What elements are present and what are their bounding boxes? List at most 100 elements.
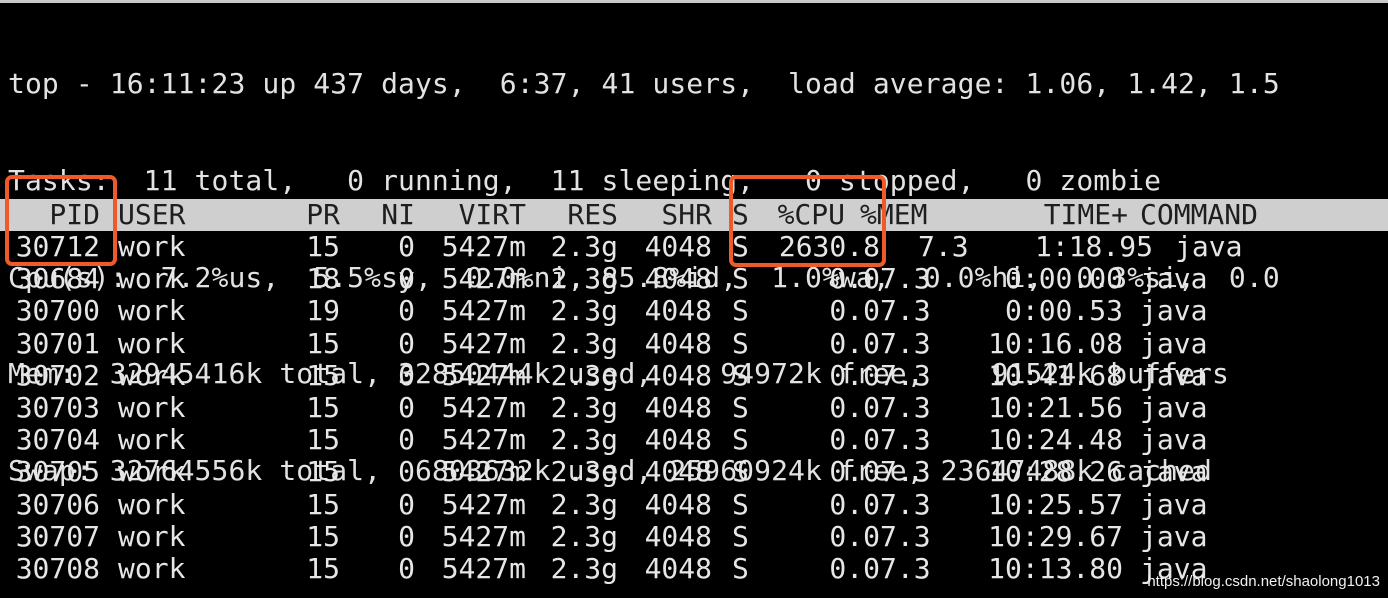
cell-cpu: 0.0 [829,487,880,521]
cell-pid: 30700 [15,294,100,328]
process-row[interactable]: 30705 work 15 0 5427m 2.3g 4048 S 0.0 7.3 10:28.26… [0,456,1388,488]
cell-cpu: 0.0 [829,391,880,424]
cell-pr: 15 [306,326,340,360]
column-user: USER [118,198,186,231]
cell-mem: 7.3 [880,358,931,392]
cell-pid: 30707 [15,519,100,553]
cell-ni: 0 [398,552,415,585]
cell-command: java [1140,262,1208,296]
cell-virt: 5427m [441,391,526,424]
cell-cpu: 0.0 [829,326,880,360]
cell-time: 10:21.56 [988,391,1123,424]
cell-virt: 5427m [441,455,526,489]
cell-shr: 4048 [644,294,712,328]
cell-shr: 4048 [644,519,712,553]
cell-user: work [118,294,186,328]
cell-s: S [732,423,749,457]
cell-res: 2.3g [550,487,618,521]
cell-pid: 30712 [15,230,100,263]
process-row[interactable]: 30684 work 18 0 5427m 2.3g 4048 S 0.0 7.3 0:00.00 j… [0,263,1388,295]
cell-command: java [1140,455,1208,489]
window-top-edge [0,0,1388,3]
cell-user: work [118,552,186,585]
cell-shr: 4048 [644,262,712,296]
cell-s: S [732,455,749,489]
cell-mem: 7.3 [880,519,931,553]
cell-ni: 0 [398,358,415,392]
cell-user: work [118,519,186,553]
cell-virt: 5427m [441,519,526,553]
process-row[interactable]: 30701 work 15 0 5427m 2.3g 4048 S 0.0 7.3 10:16.08… [0,326,1388,360]
process-row[interactable]: 30703 work 15 0 5427m 2.3g 4048 S 0.0 7.3 10:21.56… [0,392,1388,424]
cell-pr: 15 [306,487,340,521]
cell-shr: 4048 [644,423,712,457]
summary-tasks-line: Tasks: 11 total, 0 running, 11 sleeping,… [8,164,1162,197]
cell-time: 10:41.68 [988,358,1123,392]
cell-shr: 4048 [644,487,712,521]
cell-ni: 0 [398,262,415,296]
cell-res: 2.3g [550,230,618,263]
process-row[interactable]: 30712 work 15 0 5427m 2.3g 4048 S 2630.8 7.3 1:18.… [0,231,1388,263]
cell-pid: 30701 [15,326,100,360]
summary-uptime-line: top - 16:11:23 up 437 days, 6:37, 41 use… [8,67,1280,101]
process-row[interactable]: 30702 work 15 0 5427m 2.3g 4048 S 0.0 7.3 10:41.68… [0,358,1388,392]
cell-cpu: 2630.8 [778,230,880,263]
cell-virt: 5427m [441,294,526,328]
column-virt: VIRT [458,198,526,231]
process-table-header: PID USER PR NI VIRT RES SHR S %CPU %MEM … [0,199,1388,231]
cell-command: java [1140,519,1208,553]
cell-cpu: 0.0 [829,262,880,296]
cell-res: 2.3g [550,423,618,457]
cell-cpu: 0.0 [829,552,880,585]
cell-command: java [1140,487,1208,521]
cell-ni: 0 [398,487,415,521]
cell-cpu: 0.0 [829,423,880,457]
cell-mem: 7.3 [880,423,931,457]
cell-s: S [732,552,749,585]
cell-mem: 7.3 [880,391,931,424]
cell-pr: 15 [306,423,340,457]
cell-s: S [732,326,749,360]
cell-user: work [118,326,186,360]
cell-virt: 5427m [441,487,526,521]
cell-res: 2.3g [550,455,618,489]
cell-s: S [732,519,749,553]
terminal-window[interactable]: top - 16:11:23 up 437 days, 6:37, 41 use… [0,0,1388,598]
cell-virt: 5427m [441,262,526,296]
cell-pid: 30684 [15,262,100,296]
cell-pr: 15 [306,230,340,263]
cell-pid: 30706 [15,487,100,521]
column-ni: NI [381,198,415,231]
cell-time: 10:25.57 [988,487,1123,521]
column-pid: PID [49,198,100,231]
cell-time: 10:24.48 [988,423,1123,457]
cell-res: 2.3g [550,326,618,360]
cell-res: 2.3g [550,358,618,392]
cell-pr: 19 [306,294,340,328]
cell-cpu: 0.0 [829,358,880,392]
process-row[interactable]: 30706 work 15 0 5427m 2.3g 4048 S 0.0 7.3 10:25.57… [0,487,1388,521]
cell-s: S [732,358,749,392]
cell-mem: 7.3 [918,230,969,263]
cell-user: work [118,391,186,424]
cell-ni: 0 [398,230,415,263]
process-row[interactable]: 30704 work 15 0 5427m 2.3g 4048 S 0.0 7.3 10:24.48… [0,424,1388,456]
cell-ni: 0 [398,423,415,457]
process-row[interactable]: 30707 work 15 0 5427m 2.3g 4048 S 0.0 7.3 10:29.67… [0,519,1388,553]
cell-ni: 0 [398,391,415,424]
process-row[interactable]: 30700 work 19 0 5427m 2.3g 4048 S 0.0 7.3 0:00.53 j… [0,295,1388,327]
cell-pid: 30702 [15,358,100,392]
cell-res: 2.3g [550,519,618,553]
cell-time: 0:00.00 [1004,262,1123,296]
cell-command: java [1140,391,1208,424]
cell-shr: 4048 [644,552,712,585]
cell-pr: 18 [306,262,340,296]
cell-mem: 7.3 [880,487,931,521]
cell-command: java [1140,326,1208,360]
column-command: COMMAND [1140,198,1259,231]
cell-time: 10:29.67 [988,519,1123,553]
column-shr: SHR [661,198,712,231]
cell-ni: 0 [398,455,415,489]
cell-user: work [118,262,186,296]
cell-s: S [732,262,749,296]
